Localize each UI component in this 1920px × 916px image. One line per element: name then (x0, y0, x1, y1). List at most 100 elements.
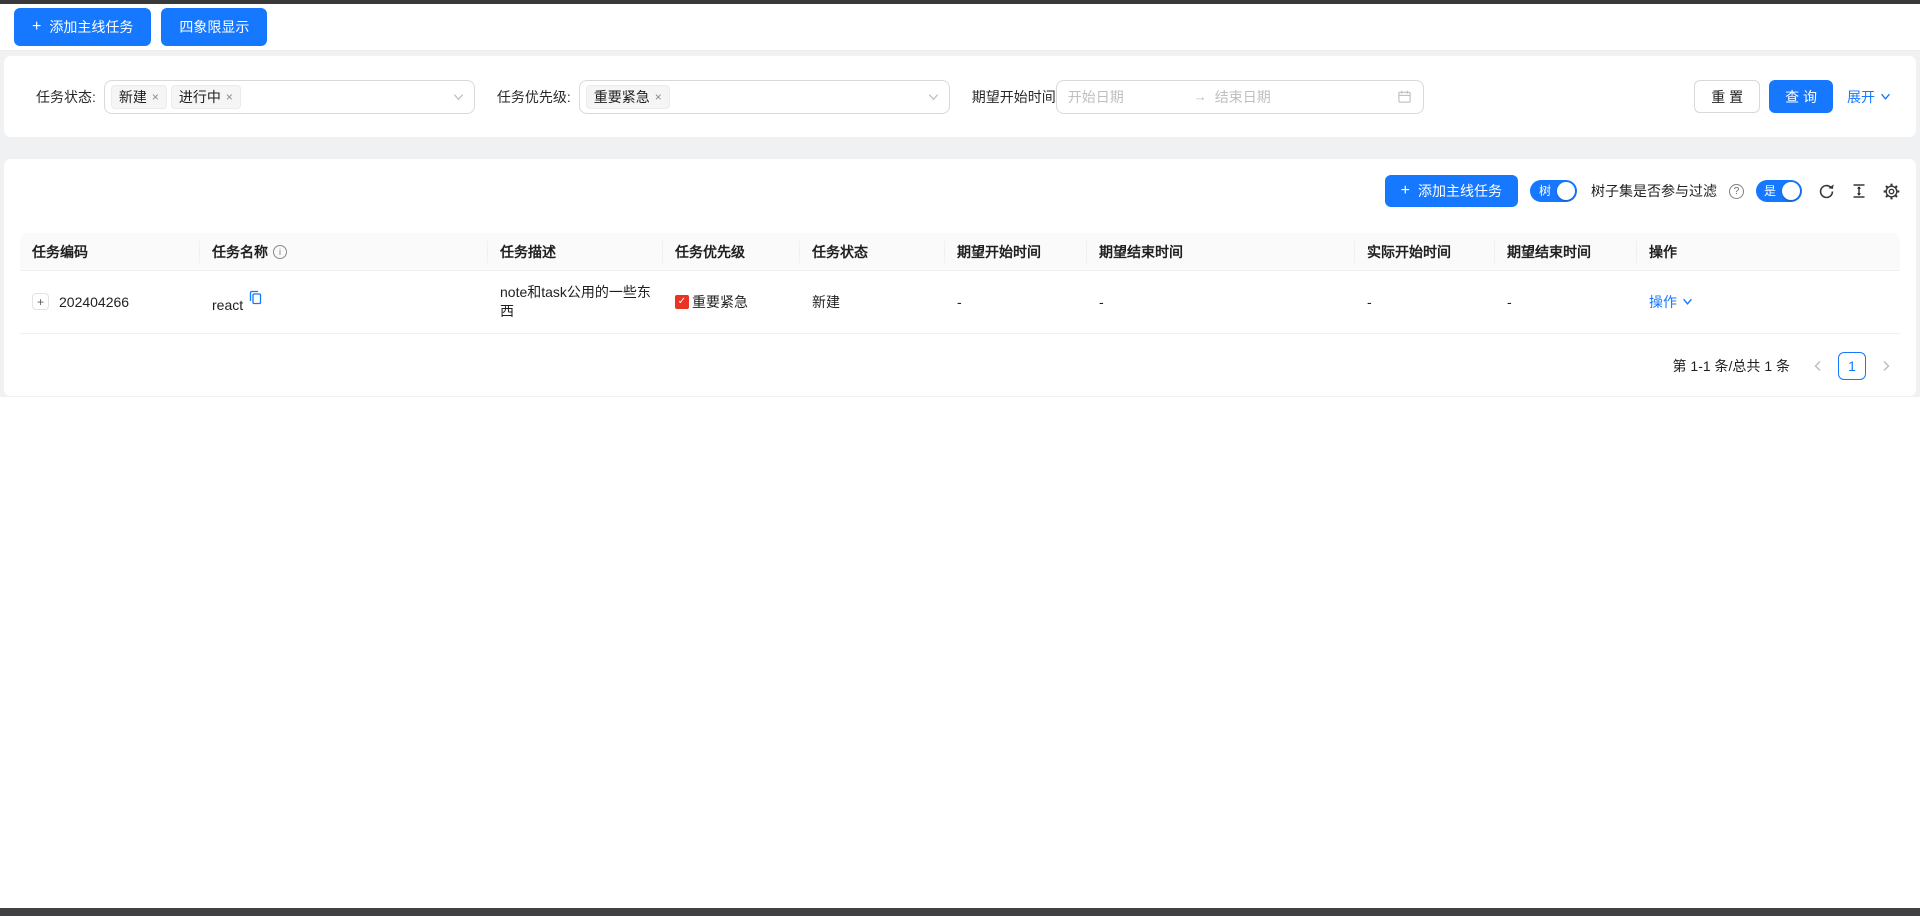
row-action-dropdown[interactable]: 操作 (1649, 292, 1693, 312)
filter-group-expected-start: 期望开始时间 → (972, 80, 1424, 114)
col-header-expected-start: 期望开始时间 (945, 234, 1087, 270)
row-density-icon[interactable] (1851, 183, 1867, 199)
pagination-next-button[interactable] (1874, 352, 1898, 380)
cell-task-desc: note和task公用的一些东西 (488, 271, 663, 333)
copy-icon[interactable] (249, 290, 262, 305)
yes-switch[interactable]: 是 (1756, 180, 1802, 202)
cell-task-status: 新建 (800, 271, 945, 333)
tree-filter-text: 树子集是否参与过滤 (1591, 181, 1717, 201)
refresh-icon[interactable] (1818, 183, 1835, 200)
cell-expected-end-2: - (1495, 271, 1637, 333)
cell-actions: 操作 (1637, 271, 1900, 333)
filter-actions: 重 置 查 询 展开 (1694, 80, 1891, 113)
col-header-task-desc: 任务描述 (488, 234, 663, 270)
table-toolbar: + 添加主线任务 树 树子集是否参与过滤 ? 是 (20, 175, 1900, 207)
tree-switch-label: 树 (1539, 185, 1551, 197)
close-icon[interactable]: × (655, 91, 662, 103)
status-tag-inprogress[interactable]: 进行中 × (171, 85, 241, 109)
table-row: + 202404266 react note和task公用的 (20, 271, 1900, 334)
status-tag-new[interactable]: 新建 × (111, 85, 167, 109)
add-main-task-label: 添加主线任务 (49, 17, 133, 37)
reset-button[interactable]: 重 置 (1694, 80, 1760, 113)
add-main-task-toolbar-label: 添加主线任务 (1418, 181, 1502, 201)
quadrant-view-button[interactable]: 四象限显示 (161, 8, 267, 46)
filter-group-status: 任务状态: 新建 × 进行中 × (36, 80, 497, 114)
page: + 添加主线任务 四象限显示 任务状态: 新建 × 进行中 × (0, 0, 1920, 916)
row-expand-button[interactable]: + (32, 293, 49, 310)
cell-task-name: react (200, 271, 488, 333)
task-name-value: react (212, 297, 243, 313)
task-priority-value: 重要紧急 (692, 292, 748, 312)
chevron-down-icon (1682, 296, 1693, 307)
priority-filter-label: 任务优先级: (497, 87, 571, 107)
start-date-input[interactable] (1068, 89, 1186, 105)
cell-expected-start: - (945, 271, 1087, 333)
task-code-value: 202404266 (59, 294, 129, 310)
switch-knob (1557, 182, 1575, 200)
priority-check-icon: ✓ (675, 295, 689, 309)
question-circle-icon[interactable]: ? (1729, 184, 1744, 199)
table-header-row: 任务编码 任务名称 i 任务描述 任务优先级 任务状态 期望开始时间 期望结束时… (20, 233, 1900, 271)
pagination-prev-button[interactable] (1806, 352, 1830, 380)
status-filter-label: 任务状态: (36, 87, 96, 107)
plus-icon: + (32, 19, 41, 35)
cell-actual-start: - (1355, 271, 1495, 333)
col-header-task-name: 任务名称 i (200, 234, 488, 270)
priority-select[interactable]: 重要紧急 × (579, 80, 950, 114)
date-range-picker[interactable]: → (1056, 80, 1424, 114)
close-icon[interactable]: × (152, 91, 159, 103)
col-header-task-status: 任务状态 (800, 234, 945, 270)
col-header-expected-end: 期望结束时间 (1087, 234, 1355, 270)
tree-mode-switch[interactable]: 树 (1530, 180, 1577, 202)
status-select[interactable]: 新建 × 进行中 × (104, 80, 475, 114)
search-button[interactable]: 查 询 (1769, 80, 1833, 113)
chevron-down-icon (1880, 91, 1891, 102)
pagination: 第 1-1 条/总共 1 条 1 (20, 352, 1900, 380)
col-header-task-priority: 任务优先级 (663, 234, 800, 270)
range-arrow-icon: → (1194, 89, 1207, 104)
filter-card: 任务状态: 新建 × 进行中 × 任务优先级: (3, 55, 1917, 138)
app-header: + 添加主线任务 四象限显示 (0, 4, 1920, 51)
table-card: + 添加主线任务 树 树子集是否参与过滤 ? 是 (3, 158, 1917, 397)
window-bottom-edge (0, 908, 1920, 916)
priority-tag-urgent[interactable]: 重要紧急 × (586, 85, 670, 109)
status-tag-new-label: 新建 (119, 87, 147, 107)
filter-group-priority: 任务优先级: 重要紧急 × (497, 80, 972, 114)
switch-knob (1782, 182, 1800, 200)
calendar-icon (1397, 89, 1412, 104)
row-action-label: 操作 (1649, 292, 1677, 312)
task-desc-value: note和task公用的一些东西 (500, 283, 651, 321)
task-table: 任务编码 任务名称 i 任务描述 任务优先级 任务状态 期望开始时间 期望结束时… (20, 233, 1900, 334)
cell-task-priority: ✓ 重要紧急 (663, 271, 800, 333)
col-header-actual-start: 实际开始时间 (1355, 234, 1495, 270)
pagination-page-1[interactable]: 1 (1838, 352, 1866, 380)
col-header-task-code: 任务编码 (20, 234, 200, 270)
priority-tag-urgent-label: 重要紧急 (594, 87, 650, 107)
cell-task-code: + 202404266 (20, 271, 200, 333)
expand-filters-label: 展开 (1847, 87, 1875, 107)
col-header-expected-end-2: 期望结束时间 (1495, 234, 1637, 270)
pagination-summary: 第 1-1 条/总共 1 条 (1673, 356, 1790, 376)
expected-start-filter-label: 期望开始时间 (972, 87, 1056, 107)
status-tag-inprogress-label: 进行中 (179, 87, 221, 107)
plus-icon: + (1401, 183, 1410, 199)
actual-start-value: - (1367, 294, 1372, 310)
chevron-down-icon (927, 90, 940, 103)
expand-filters-link[interactable]: 展开 (1847, 87, 1891, 107)
quadrant-view-label: 四象限显示 (179, 17, 249, 37)
content-area: 任务状态: 新建 × 进行中 × 任务优先级: (0, 51, 1920, 397)
yes-switch-label: 是 (1764, 185, 1776, 197)
info-circle-icon[interactable]: i (273, 245, 287, 259)
expected-end-2-value: - (1507, 294, 1512, 310)
add-main-task-button-top[interactable]: + 添加主线任务 (14, 8, 151, 46)
task-status-value: 新建 (812, 292, 840, 312)
close-icon[interactable]: × (226, 91, 233, 103)
expected-end-value: - (1099, 294, 1104, 310)
col-header-actions: 操作 (1637, 234, 1900, 270)
cell-expected-end: - (1087, 271, 1355, 333)
chevron-down-icon (452, 90, 465, 103)
add-main-task-button-toolbar[interactable]: + 添加主线任务 (1385, 175, 1518, 207)
expected-start-value: - (957, 294, 962, 310)
settings-gear-icon[interactable] (1883, 183, 1900, 200)
end-date-input[interactable] (1215, 89, 1333, 105)
